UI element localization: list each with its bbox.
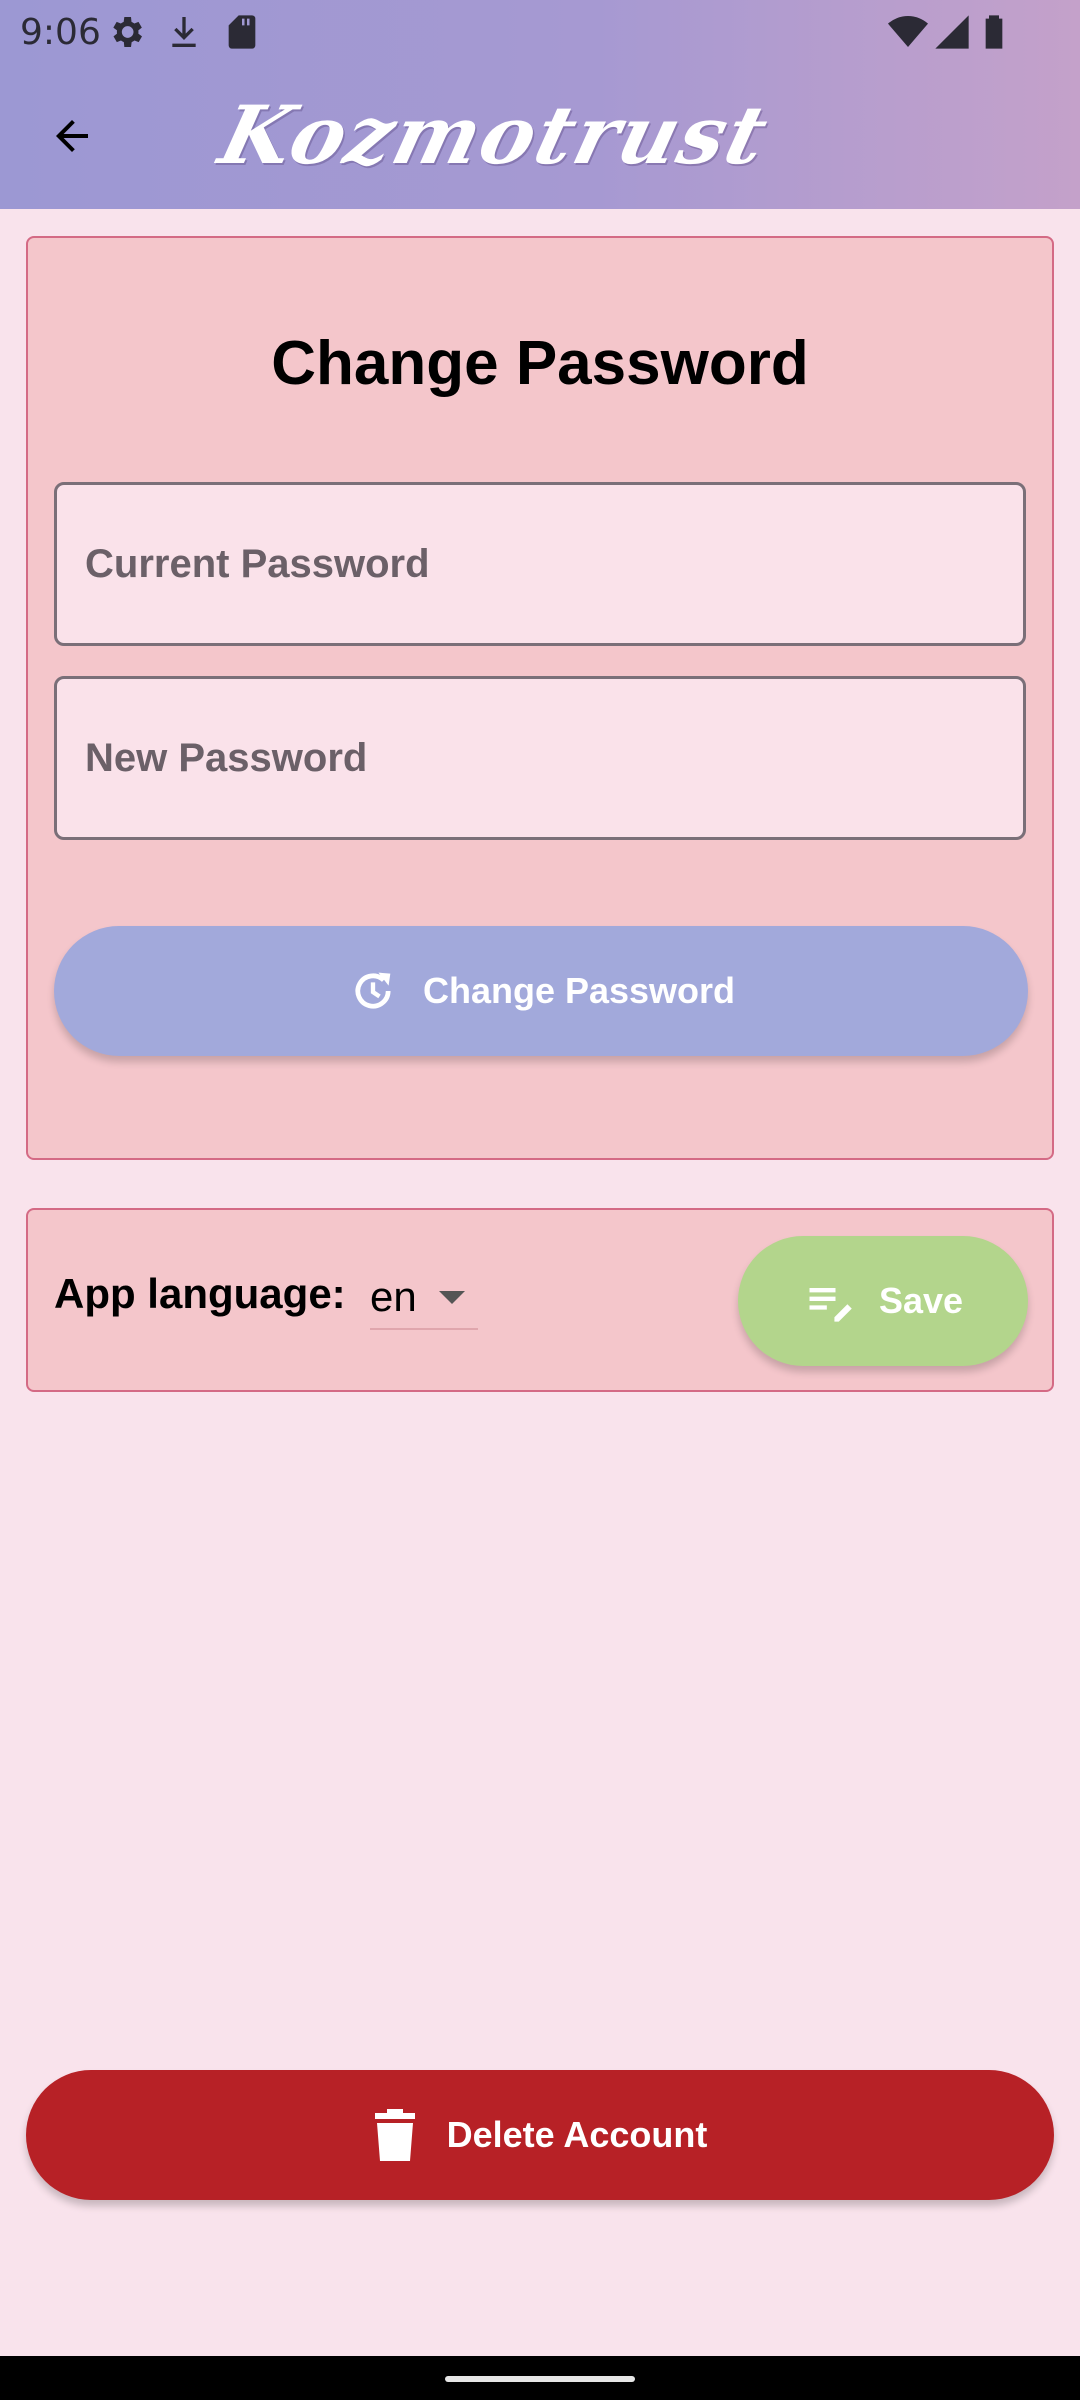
gear-icon [113, 17, 142, 47]
language-selected-value: en [370, 1273, 417, 1320]
delete-account-button[interactable]: Delete Account [26, 2070, 1054, 2200]
status-bar: 9:06 [0, 0, 1080, 64]
app-logo: Kozmotrust [211, 88, 779, 182]
restore-clock-icon [355, 972, 391, 1009]
change-password-button[interactable]: Change Password [54, 926, 1028, 1056]
language-card: App language: en Save [26, 1208, 1054, 1392]
language-dropdown[interactable]: en [370, 1266, 478, 1330]
status-time: 9:06 [20, 12, 101, 53]
save-button[interactable]: Save [738, 1236, 1028, 1366]
app-bar: 9:06 Kozmotrust [0, 0, 1080, 209]
wifi-icon [888, 16, 928, 47]
change-password-button-label: Change Password [422, 970, 736, 1011]
back-button[interactable] [36, 100, 108, 172]
current-password-field[interactable] [54, 482, 1026, 646]
chevron-down-icon [438, 1291, 465, 1304]
change-password-title: Change Password [271, 329, 809, 398]
download-icon [172, 17, 196, 47]
new-password-field[interactable] [54, 676, 1026, 840]
delete-account-label: Delete Account [446, 2114, 708, 2155]
save-button-label: Save [878, 1280, 964, 1321]
change-password-card: Change Password Change Password [26, 236, 1054, 1160]
home-gesture-handle[interactable] [445, 2376, 635, 2382]
current-password-input[interactable] [57, 541, 1023, 587]
signal-icon [935, 15, 969, 49]
trash-icon [374, 2109, 415, 2161]
sd-card-icon [228, 15, 256, 49]
battery-icon [985, 15, 1003, 49]
app-language-label: App language: [54, 1270, 346, 1317]
new-password-input[interactable] [57, 735, 1023, 781]
system-nav-bar [0, 2356, 1080, 2400]
arrow-left-icon [56, 120, 88, 152]
edit-note-icon [809, 1288, 852, 1322]
